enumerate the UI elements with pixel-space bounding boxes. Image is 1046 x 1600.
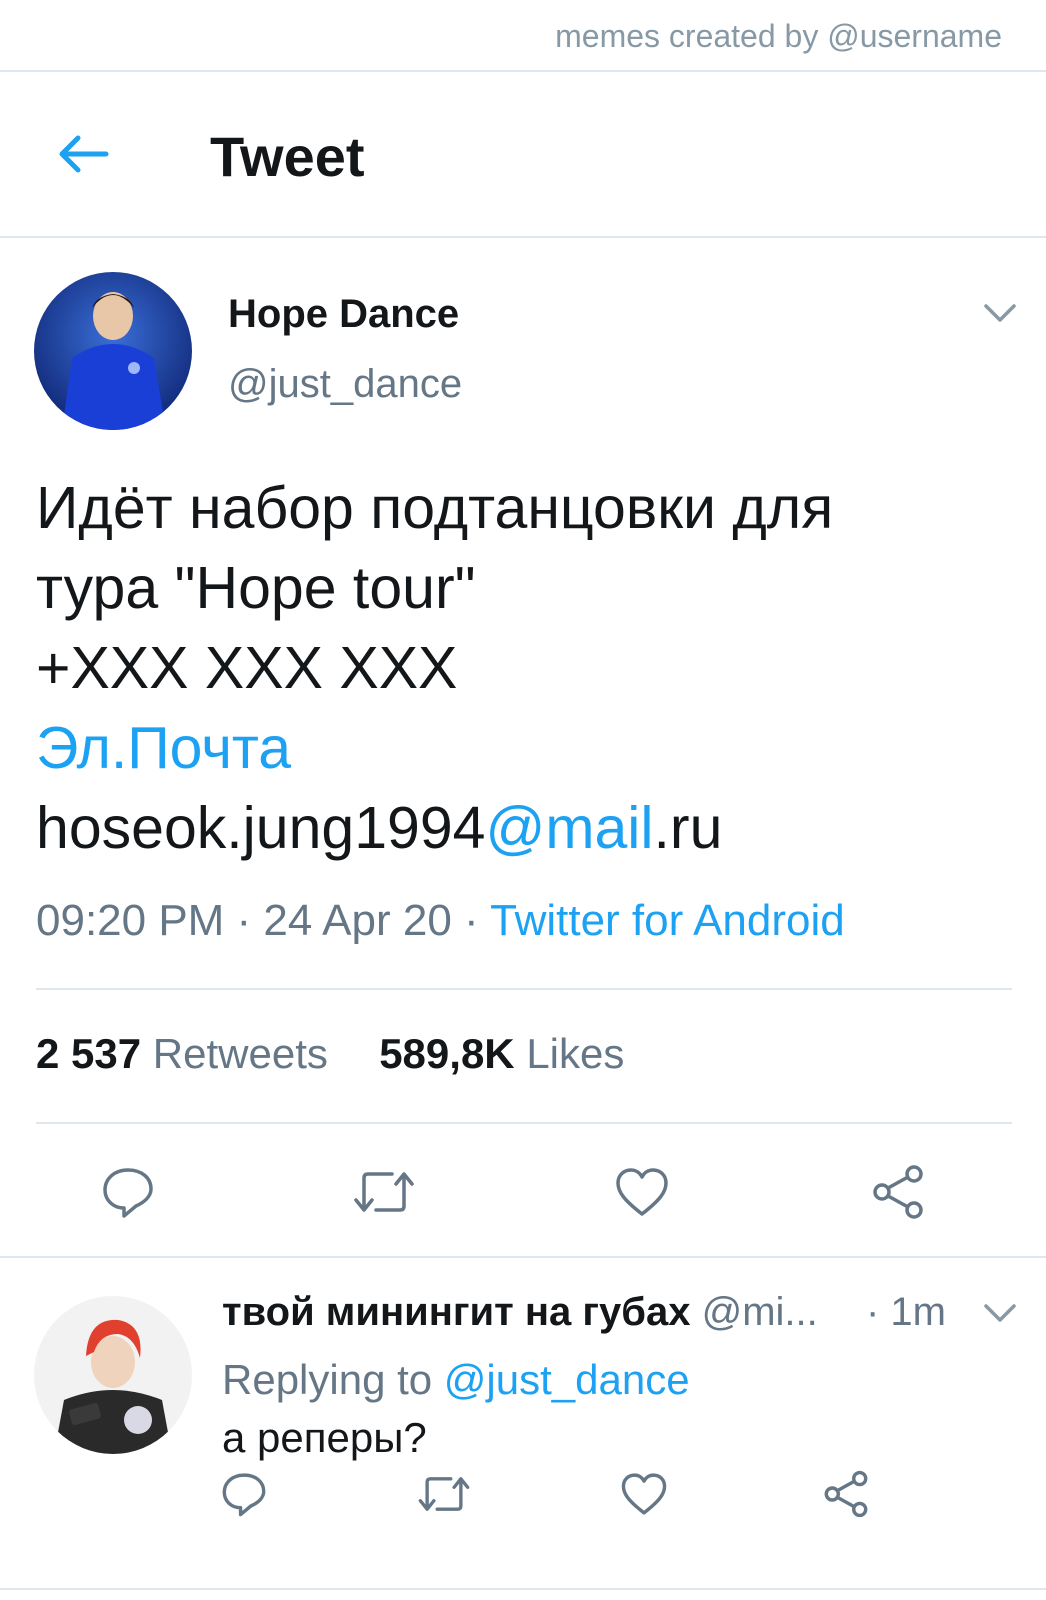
replying-prefix: Replying to [222,1356,444,1403]
reply-retweet-button[interactable] [412,1462,476,1526]
replying-to: Replying to @just_dance [222,1356,690,1404]
back-button[interactable] [50,124,116,184]
reply-header: твой минингит на губах @mi... [222,1290,818,1335]
reply-share-button[interactable] [814,1462,878,1526]
like-button[interactable] [610,1160,674,1224]
retweets-count[interactable]: 2 537 [36,1030,141,1077]
reply-avatar[interactable] [34,1296,192,1454]
replying-to-handle[interactable]: @just_dance [444,1356,690,1403]
likes-label[interactable]: Likes [526,1030,624,1077]
author-avatar[interactable] [34,272,192,430]
reply-text: а реперы? [222,1414,427,1461]
top-header: Tweet [0,72,1046,238]
section-separator [0,1256,1046,1258]
retweets-label[interactable]: Retweets [153,1030,328,1077]
tweet-email-line: hoseok.jung1994@mail.ru [36,788,722,868]
like-icon [616,1168,668,1216]
chevron-down-icon [984,1304,1016,1322]
email-link[interactable]: Эл.Почта [36,708,291,788]
tweet-menu-button[interactable] [980,298,1020,328]
reply-icon [222,1473,266,1517]
like-icon [621,1473,667,1515]
watermark-text: memes created by @username [555,18,1002,54]
reply-reply-button[interactable] [212,1462,276,1526]
source-link[interactable]: Twitter for Android [490,896,845,945]
page-title: Tweet [210,125,365,188]
watermark-bar: memes created by @username [0,0,1046,72]
share-button[interactable] [866,1160,930,1224]
chevron-down-icon [984,304,1016,322]
arrow-left-icon [59,135,109,173]
retweet-button[interactable] [352,1160,416,1224]
share-icon [824,1470,868,1518]
reply-author-name[interactable]: твой минингит на губах [222,1290,690,1334]
reply-menu-button[interactable] [980,1298,1020,1328]
divider [36,988,1012,990]
divider [36,1122,1012,1124]
retweet-icon [354,1172,414,1212]
tweet-text-line: Идёт набор подтанцовки для [36,475,834,541]
tweet-text-line: тура "Hope tour" [36,555,476,621]
mention-link[interactable]: @mail [485,795,653,861]
email-tld: .ru [653,795,723,861]
tweet-stats: 2 537 Retweets 589,8K Likes [36,1030,624,1078]
retweet-icon [418,1477,470,1511]
reply-time: · 1m [866,1290,946,1334]
reply-icon [103,1168,153,1218]
share-icon [873,1165,923,1219]
reply-author-handle[interactable]: @mi... [702,1290,818,1334]
timestamp: 09:20 PM · 24 Apr 20 · [36,896,491,945]
tweet-text-line: +XXX XXX XXX [36,635,458,701]
author-name[interactable]: Hope Dance [228,292,459,337]
tweet-meta: 09:20 PM · 24 Apr 20 · Twitter for Andro… [36,896,845,946]
section-separator [0,1588,1046,1590]
email-user: hoseok.jung1994 [36,795,486,861]
author-handle[interactable]: @just_dance [228,362,462,407]
reply-like-button[interactable] [612,1462,676,1526]
reply-button[interactable] [96,1160,160,1224]
likes-count[interactable]: 589,8K [379,1030,514,1077]
